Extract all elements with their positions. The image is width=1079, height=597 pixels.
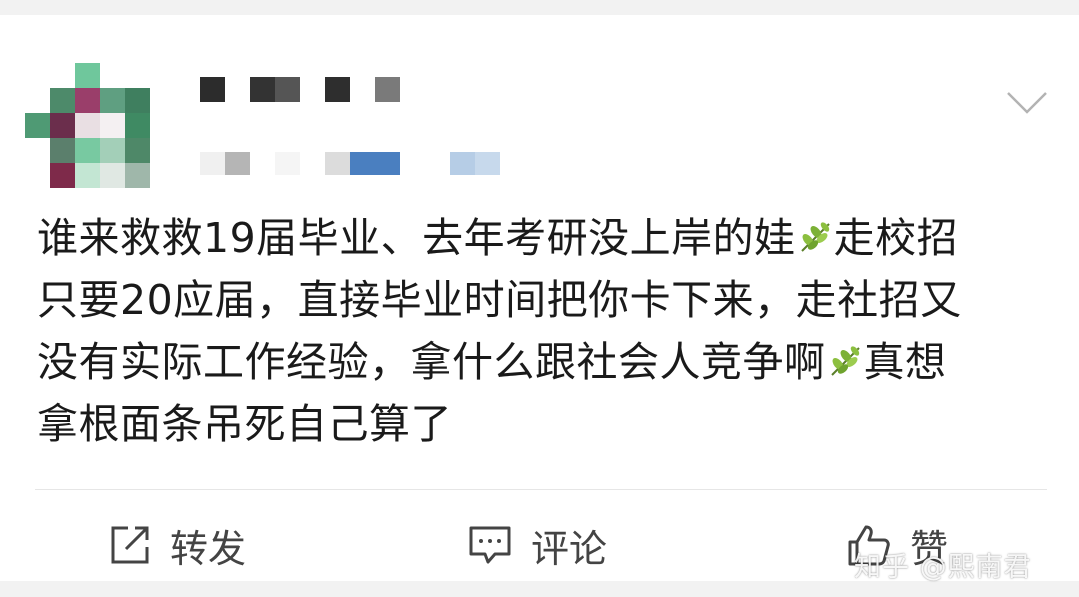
- leaf-icon: [826, 335, 864, 376]
- post-line: 没有实际工作经验，拿什么跟社会人竞争啊 真想: [37, 331, 1047, 393]
- post-line: 拿根面条吊死自己算了: [37, 400, 452, 448]
- watermark: 知乎 @熙南君: [854, 552, 1032, 583]
- divider: [35, 489, 1047, 490]
- post-body: 谁来救救19届毕业、去年考研没上岸的娃 走校招 只要20应届，直接毕业时间把你卡…: [37, 207, 1047, 455]
- chevron-down-icon[interactable]: [1005, 88, 1049, 118]
- comment-button[interactable]: 评论: [467, 515, 607, 575]
- repost-label: 转发: [170, 526, 247, 571]
- post-card: 谁来救救19届毕业、去年考研没上岸的娃 走校招 只要20应届，直接毕业时间把你卡…: [0, 15, 1079, 583]
- comment-icon: [469, 526, 511, 564]
- share-icon: [111, 526, 149, 564]
- post-line: 只要20应届，直接毕业时间把你卡下来，走社招又: [37, 276, 962, 324]
- post-line: 谁来救救19届毕业、去年考研没上岸的娃 走校招: [37, 207, 1047, 269]
- repost-button[interactable]: 转发: [108, 515, 246, 575]
- leaf-icon: [796, 211, 834, 252]
- avatar[interactable]: [25, 63, 150, 188]
- comment-label: 评论: [531, 526, 608, 571]
